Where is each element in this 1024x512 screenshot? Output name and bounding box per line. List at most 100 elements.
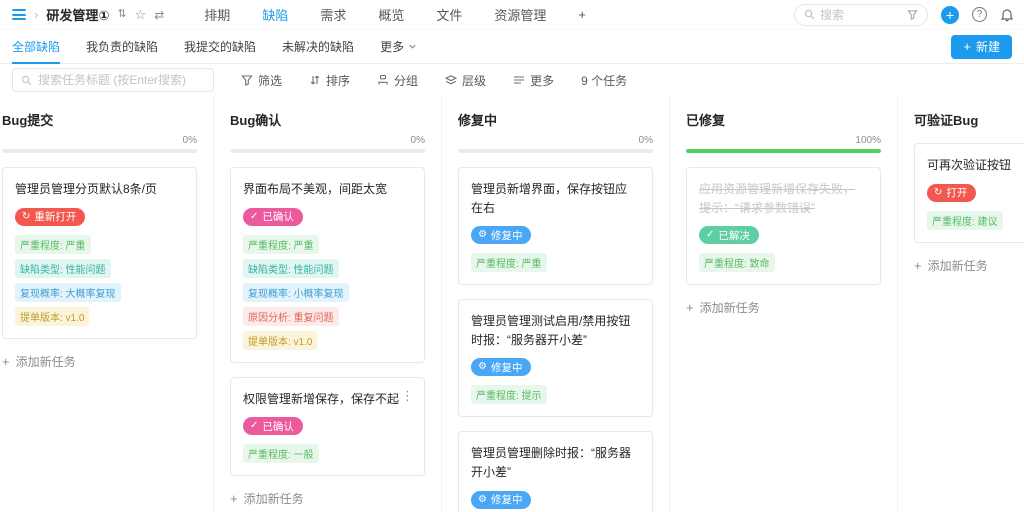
search-filter-funnel-icon[interactable]: [907, 9, 918, 20]
tag-list: 严重程度: 一般: [243, 444, 412, 464]
open-icon: ↻: [934, 186, 943, 198]
status-badge[interactable]: ✓ 已确认: [243, 207, 303, 226]
help-icon[interactable]: ?: [972, 7, 987, 22]
status-badge[interactable]: ✓ 已确认: [243, 417, 303, 436]
task-card[interactable]: 管理员管理删除时报：“服务器开小差”⚙修复中严重程度: 提示: [458, 431, 653, 512]
kanban-column: 修复中 0% 管理员新增界面，保存按钮应在右 ⚙ 修复中 严重程度: 严重 管理员管理测试启…: [442, 96, 670, 512]
column-title: Bug提交: [2, 113, 54, 128]
task-title: 可再次验证按钮: [927, 158, 1012, 172]
task-title: 界面布局不美观，间距太宽: [243, 182, 388, 196]
add-task-button[interactable]: + 添加新任务: [914, 257, 1024, 274]
action-sort[interactable]: 排序: [309, 72, 350, 89]
view-tab-my-submitted[interactable]: 我提交的缺陷: [184, 30, 256, 63]
menu-icon[interactable]: [12, 9, 26, 20]
task-search[interactable]: [12, 68, 214, 92]
action-label: 层级: [462, 73, 487, 88]
tag-list: 严重程度: 提示: [471, 385, 640, 405]
task-search-input[interactable]: [38, 73, 205, 87]
status-badge[interactable]: ↻ 打开: [927, 183, 977, 202]
top-tab-files[interactable]: 文件: [436, 5, 462, 24]
action-group[interactable]: 分组: [377, 72, 418, 89]
task-card[interactable]: 管理员管理测试启用/禁用按钮时报：“服务器开小差” ⚙ 修复中严重程度: 提示: [458, 299, 653, 418]
breadcrumb-chevron-icon: ›: [34, 7, 39, 22]
project-title[interactable]: 研发管理①: [46, 5, 109, 24]
task-card[interactable]: 界面布局不美观，间距太宽 ✓ 已确认严重程度: 严重 缺陷类型: 性能问题 复现概率: …: [230, 167, 425, 363]
task-title: 管理员管理分页默认8条/页: [15, 182, 158, 196]
group-icon: [377, 74, 389, 86]
action-hierarchy[interactable]: 层级: [445, 72, 486, 89]
fixing-icon: ⚙: [478, 493, 487, 505]
transfer-icon[interactable]: ⇄: [154, 9, 164, 21]
switch-project-icon[interactable]: ⇅: [117, 9, 126, 20]
top-tab-defects[interactable]: 缺陷: [262, 5, 288, 24]
task-card[interactable]: 管理员新增界面，保存按钮应在右 ⚙ 修复中严重程度: 严重: [458, 167, 653, 286]
column-progress-bar: [686, 149, 881, 153]
task-card[interactable]: 应用资源管理新增保存失败，提示：“请求参数错误” ✓ 已解决 严重程度: 致命: [686, 167, 881, 286]
view-tabs: 全部缺陷 我负责的缺陷 我提交的缺陷 未解决的缺陷 更多 + 新建: [0, 30, 1024, 64]
add-task-button[interactable]: + 添加新任务: [2, 353, 197, 370]
task-title: 管理员新增界面，保存按钮应在右: [471, 182, 628, 215]
status-badge[interactable]: ⚙ 修复中: [471, 226, 532, 245]
status-badge[interactable]: ↻ 重新打开: [15, 207, 86, 226]
app-window: › 研发管理① ⇅ ☆ ⇄ 排期 缺陷 需求 概览 文件 资源管理 + 搜索 +…: [0, 0, 1024, 512]
view-tab-label: 我提交的缺陷: [184, 40, 257, 54]
plus-icon: +: [2, 353, 10, 369]
hierarchy-icon: [445, 74, 458, 86]
status-label: 打开: [946, 187, 968, 200]
tag-list: 严重程度: 严重: [471, 253, 640, 273]
task-card[interactable]: 权限管理新增保存，保存不起 ⋮ ✓ 已确认严重程度: 一般: [230, 376, 425, 477]
kanban-column: Bug提交 0% 管理员管理分页默认8条/页 ↻ 重新打开 严重程度: 严重 缺陷类型: 性…: [0, 96, 214, 512]
star-icon[interactable]: ☆: [135, 8, 147, 21]
action-more[interactable]: 更多: [513, 72, 554, 89]
status-label: 修复中: [490, 229, 523, 242]
view-tab-label: 未解决的缺陷: [282, 40, 355, 54]
task-card[interactable]: 管理员管理分页默认8条/页 ↻ 重新打开 严重程度: 严重 缺陷类型: 性能问题 复现概率…: [2, 167, 197, 339]
view-tab-unresolved[interactable]: 未解决的缺陷: [282, 30, 354, 63]
status-label: 修复中: [490, 361, 523, 374]
tag: 复现概率: 大概率复现: [15, 282, 121, 302]
task-title: 管理员管理测试启用/禁用按钮时报：“服务器开小差”: [471, 314, 631, 347]
view-tab-my-assigned[interactable]: 我负责的缺陷: [86, 30, 158, 63]
status-badge[interactable]: ⚙ 修复中: [471, 358, 532, 377]
view-tab-all-defects[interactable]: 全部缺陷: [12, 30, 61, 64]
global-search-placeholder: 搜索: [820, 8, 845, 22]
task-card[interactable]: 可再次验证按钮 ↻ 打开 严重程度: 建议: [914, 143, 1024, 243]
kanban-board: Bug提交 0% 管理员管理分页默认8条/页 ↻ 重新打开 严重程度: 严重 缺陷类型: 性…: [0, 96, 1024, 512]
action-filter[interactable]: 筛选: [241, 72, 282, 89]
status-label: 已解决: [718, 229, 750, 242]
new-defect-button[interactable]: + 新建: [951, 34, 1012, 59]
tag: 严重程度: 严重: [243, 234, 319, 254]
add-task-button[interactable]: + 添加新任务: [230, 490, 425, 507]
add-task-label: 添加新任务: [927, 258, 988, 273]
task-title: 权限管理新增保存，保存不起: [243, 391, 400, 406]
card-menu-icon[interactable]: ⋮: [401, 388, 414, 404]
top-tab-requirements[interactable]: 需求: [320, 5, 346, 24]
tag: 严重程度: 严重: [471, 253, 547, 273]
view-tab-more[interactable]: 更多: [380, 30, 417, 63]
add-task-button[interactable]: + 添加新任务: [686, 299, 881, 316]
task-count: 9 个任务: [581, 73, 628, 88]
view-tab-label: 全部缺陷: [12, 40, 61, 54]
tag: 原因分析: 重复问题: [243, 306, 339, 326]
top-tab-schedule[interactable]: 排期: [204, 5, 230, 24]
status-badge[interactable]: ⚙ 修复中: [471, 490, 532, 509]
tag-list: 严重程度: 严重 缺陷类型: 性能问题 复现概率: 小概率复现 原因分析: 重复问题提…: [243, 234, 412, 350]
add-view-tab-button[interactable]: +: [578, 7, 586, 22]
list-icon: [513, 74, 525, 86]
action-label: 分组: [394, 73, 419, 88]
top-tab-overview[interactable]: 概览: [378, 5, 404, 24]
topbar-right: 搜索 + ?: [794, 3, 1014, 26]
sort-icon: [309, 74, 321, 86]
status-badge[interactable]: ✓ 已解决: [699, 226, 759, 245]
bell-icon[interactable]: [1000, 8, 1014, 22]
tag: 严重程度: 致命: [699, 253, 775, 273]
global-add-button[interactable]: +: [941, 5, 959, 24]
global-search[interactable]: 搜索: [794, 3, 928, 26]
top-tab-resources[interactable]: 资源管理: [494, 5, 546, 24]
confirmed-icon: ✓: [250, 420, 259, 432]
kanban-column: Bug确认 0% 界面布局不美观，间距太宽 ✓ 已确认 严重程度: 严重 缺陷类型: 性能问…: [214, 96, 442, 512]
column-title: Bug确认: [230, 113, 282, 128]
tag: 严重程度: 一般: [243, 444, 319, 464]
tag: 缺陷类型: 性能问题: [243, 258, 339, 278]
view-tab-label: 更多: [380, 40, 405, 54]
